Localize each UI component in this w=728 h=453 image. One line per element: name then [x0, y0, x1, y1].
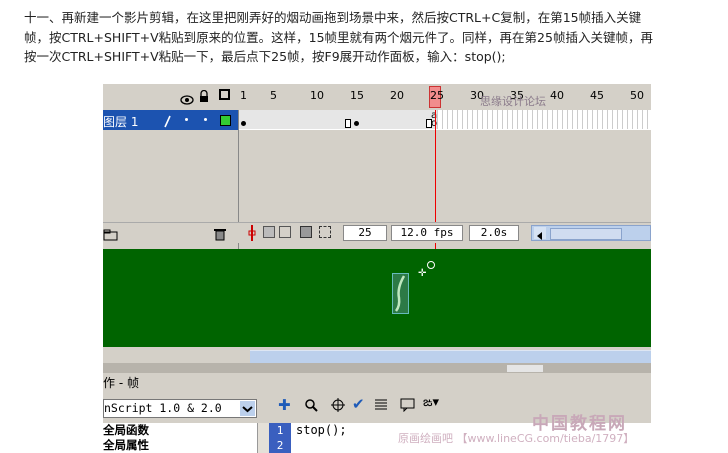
instruction-line-3: 按一次CTRL+SHIFT+V粘贴一下，最后点下25帧，按F9展开动作面板，输入… [24, 49, 506, 64]
toolbox-item-global-properties[interactable]: 全局属性 [103, 438, 257, 453]
ruler-num-1: 1 [240, 89, 247, 102]
elapsed-time-field: 2.0s [469, 225, 519, 241]
watermark-linecg: 原画绘画吧 【www.lineCG.com/tieba/1797】 [398, 432, 635, 445]
frame-rate-field: 12.0 fps [391, 225, 463, 241]
transform-point-icon[interactable] [427, 261, 435, 269]
layer-row-1[interactable]: 图层 1 [103, 110, 238, 130]
code-hint-icon[interactable] [400, 397, 416, 416]
scroll-left-icon[interactable] [534, 227, 546, 240]
frame-ruler[interactable]: 1 5 10 15 20 25 30 35 40 45 50 思缘设计论坛 ww… [238, 84, 651, 122]
filled-frames [238, 110, 437, 129]
edit-multiple-icon[interactable] [300, 226, 312, 238]
find-icon[interactable] [304, 397, 318, 416]
debug-options-icon[interactable]: ఙ▾ [423, 395, 439, 413]
timeline-hscroll[interactable] [531, 225, 651, 241]
modify-markers-icon[interactable] [319, 226, 331, 238]
trash-icon[interactable] [214, 226, 226, 245]
ruler-num-5: 5 [270, 89, 277, 102]
center-frame-icon[interactable] [248, 225, 256, 245]
layer-color-icon[interactable] [220, 115, 231, 126]
insert-layer-folder-icon[interactable] [103, 226, 119, 245]
instruction-line-1: 十一、再新建一个影片剪辑，在这里把刚弄好的烟动画拖到场景中来，然后按CTRL+C… [24, 10, 642, 25]
ruler-num-25: 25 [430, 89, 444, 102]
line-number: 1 [276, 424, 284, 437]
actions-panel-title[interactable]: 作 - 帧 [103, 373, 651, 390]
registration-point-icon: ✛ [418, 268, 427, 279]
timeline-statusbar: 25 12.0 fps 2.0s [103, 222, 651, 243]
toolbox-item-global-functions[interactable]: 全局函数 [103, 423, 257, 438]
eye-icon[interactable] [180, 90, 194, 105]
panel-separator[interactable] [103, 363, 651, 378]
ruler-num-15: 15 [350, 89, 364, 102]
insert-target-path-icon[interactable] [331, 397, 345, 416]
add-statement-icon[interactable]: ✚ [278, 396, 291, 414]
timeline-hscroll-thumb[interactable] [550, 228, 622, 240]
ruler-num-20: 20 [390, 89, 404, 102]
visible-dot-icon[interactable] [185, 118, 188, 121]
outline-icon[interactable] [219, 89, 230, 100]
lock-icon[interactable] [199, 88, 209, 102]
line-number-gutter: 1 2 [269, 423, 291, 453]
lock-dot-icon[interactable] [204, 118, 207, 121]
playhead-line [435, 110, 436, 270]
layer-frames[interactable]: ao [238, 110, 651, 131]
auto-format-icon[interactable] [375, 397, 387, 416]
code-line-1[interactable]: stop(); [296, 423, 347, 438]
current-frame-field: 25 [343, 225, 387, 241]
actions-panel-title-text: 作 - 帧 [103, 376, 139, 390]
language-select[interactable]: nScript 1.0 & 2.0 [103, 399, 257, 418]
ruler-num-10: 10 [310, 89, 324, 102]
instruction-paragraph: 十一、再新建一个影片剪辑，在这里把刚弄好的烟动画拖到场景中来，然后按CTRL+C… [24, 8, 724, 67]
stage-hscroll[interactable] [103, 347, 651, 363]
collapse-arrow-icon[interactable] [507, 365, 543, 378]
frame-end-14 [345, 119, 351, 128]
chevron-down-icon[interactable] [240, 401, 255, 416]
smoke-symbol[interactable] [392, 273, 409, 314]
flash-screenshot: 1 5 10 15 20 25 30 35 40 45 50 思缘设计论坛 ww… [103, 84, 651, 453]
keyframe-1[interactable] [241, 121, 246, 126]
onion-skin-icon[interactable] [263, 226, 275, 238]
layer-name: 图层 1 [103, 115, 139, 129]
onion-outline-icon[interactable] [279, 226, 291, 238]
stage-area[interactable]: ✛ [103, 249, 651, 347]
keyframe-15[interactable] [354, 121, 359, 126]
stage-hscroll-thumb[interactable] [250, 350, 651, 363]
empty-frame-cells [437, 110, 651, 129]
instruction-line-2: 帧，按CTRL+SHIFT+V粘贴到原来的位置。这样，15帧里就有两个烟元件了。… [24, 29, 653, 45]
line-number: 2 [276, 439, 284, 452]
actions-toolbox-list: 全局函数 全局属性 [103, 423, 257, 453]
check-syntax-icon[interactable]: ✔ [352, 395, 365, 413]
language-select-value: nScript 1.0 & 2.0 [104, 401, 222, 415]
